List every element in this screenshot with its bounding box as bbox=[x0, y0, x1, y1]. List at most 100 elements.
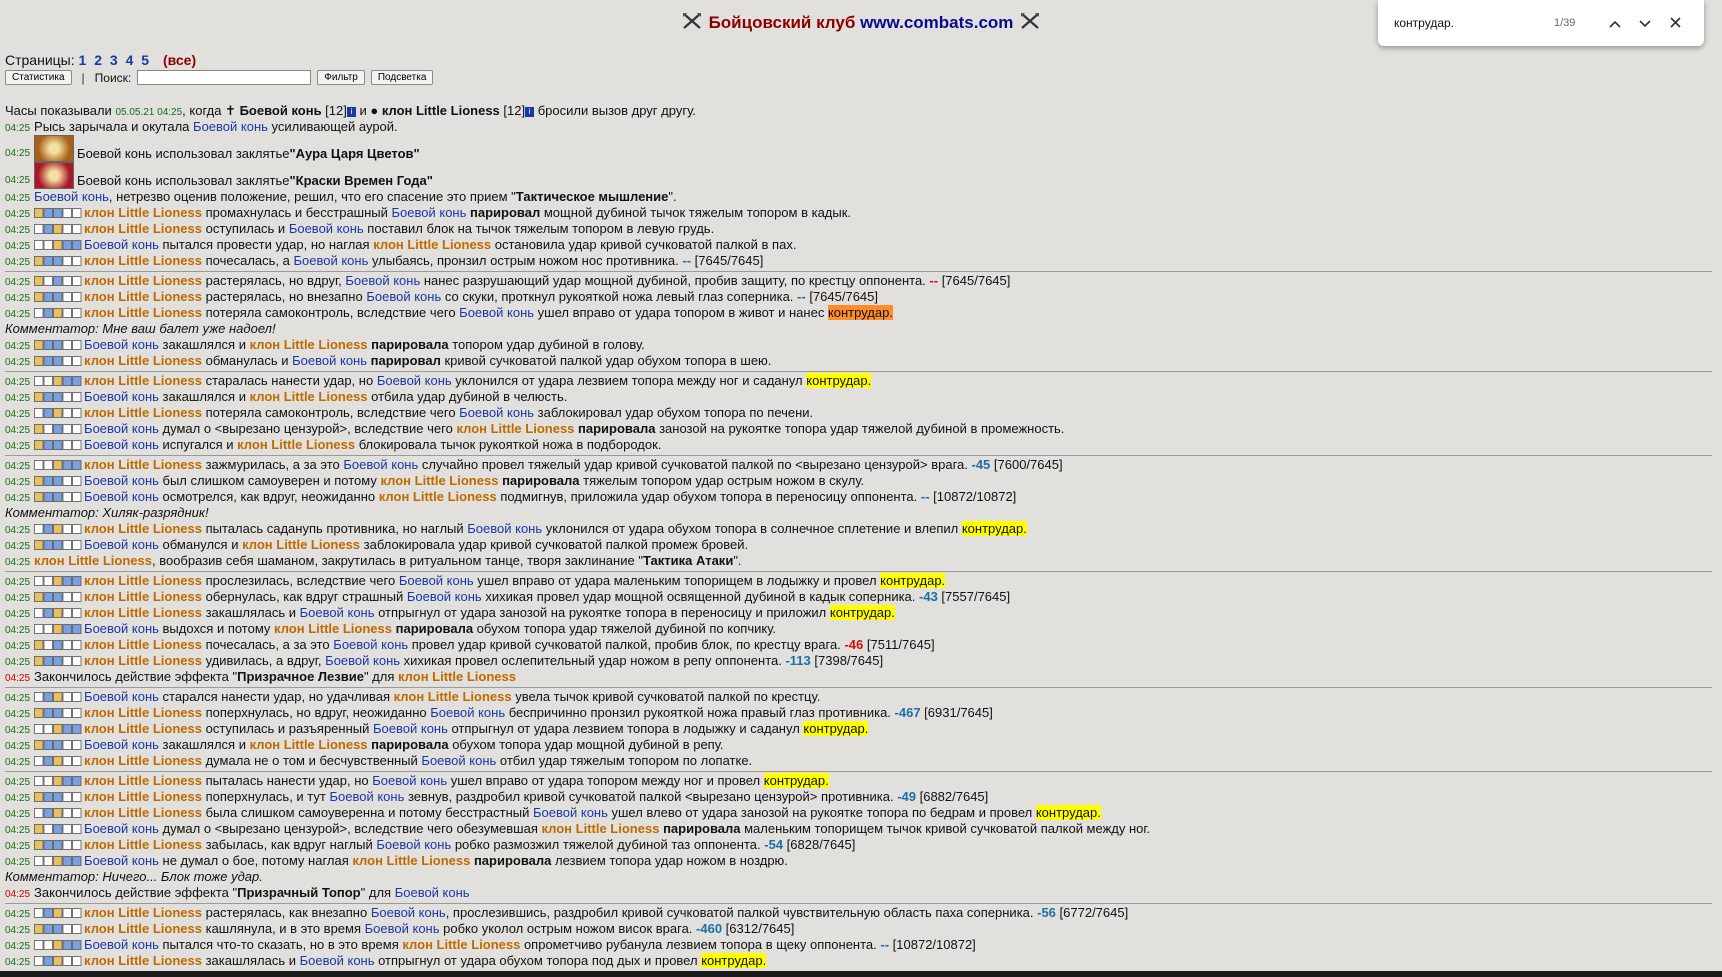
player-name-klon-little-lioness[interactable]: клон Little Lioness bbox=[84, 405, 202, 420]
player-name-klon-little-lioness[interactable]: клон Little Lioness bbox=[242, 537, 360, 552]
player-name-boevoy-kon[interactable]: Боевой конь bbox=[371, 905, 446, 920]
player-name-klon-little-lioness[interactable]: клон Little Lioness bbox=[84, 605, 202, 620]
player-name-boevoy-kon[interactable]: Боевой конь bbox=[467, 521, 542, 536]
player-name-klon-little-lioness[interactable]: клон Little Lioness bbox=[237, 437, 355, 452]
player-name-boevoy-kon[interactable]: Боевой конь bbox=[84, 237, 159, 252]
player-name-klon-little-lioness[interactable]: клон Little Lioness bbox=[352, 853, 470, 868]
header-site-link[interactable]: www.combats.com bbox=[860, 13, 1013, 32]
player-name-klon-little-lioness[interactable]: клон Little Lioness bbox=[84, 773, 202, 788]
player-name-klon-little-lioness[interactable]: клон Little Lioness bbox=[84, 653, 202, 668]
player-name-klon-little-lioness[interactable]: клон Little Lioness bbox=[379, 489, 497, 504]
player-name-boevoy-kon[interactable]: Боевой конь bbox=[343, 457, 418, 472]
player-name-boevoy-kon[interactable]: Боевой конь bbox=[300, 605, 375, 620]
player-name-klon-little-lioness[interactable]: клон Little Lioness bbox=[84, 289, 202, 304]
player-name-klon-little-lioness[interactable]: клон Little Lioness bbox=[84, 637, 202, 652]
player-name-boevoy-kon[interactable]: Боевой конь bbox=[399, 573, 474, 588]
highlight-button[interactable]: Подсветка bbox=[370, 70, 434, 85]
player-name-boevoy-kon[interactable]: Боевой конь bbox=[325, 653, 400, 668]
player-name-boevoy-kon[interactable]: Боевой конь bbox=[407, 589, 482, 604]
player-name-boevoy-kon[interactable]: Боевой конь bbox=[373, 721, 448, 736]
player-name-boevoy-kon[interactable]: Боевой конь bbox=[84, 537, 159, 552]
player-name-boevoy-kon[interactable]: Боевой конь bbox=[366, 289, 441, 304]
page-link-1[interactable]: 1 bbox=[79, 52, 87, 68]
player-name-klon-little-lioness[interactable]: клон Little Lioness bbox=[394, 689, 512, 704]
player-name-klon-little-lioness[interactable]: клон Little Lioness bbox=[84, 573, 202, 588]
find-close-button[interactable] bbox=[1660, 16, 1690, 31]
player-name-klon-little-lioness[interactable]: клон Little Lioness bbox=[84, 789, 202, 804]
player-name-boevoy-kon[interactable]: Боевой конь bbox=[333, 637, 408, 652]
player-name-klon-little-lioness[interactable]: клон Little Lioness bbox=[84, 805, 202, 820]
page-link-2[interactable]: 2 bbox=[94, 52, 102, 68]
player-name-klon-little-lioness[interactable]: клон Little Lioness bbox=[398, 669, 516, 684]
player-name-boevoy-kon[interactable]: Боевой конь bbox=[84, 389, 159, 404]
player-name-boevoy-kon[interactable]: Боевой конь bbox=[459, 305, 534, 320]
info-icon[interactable]: i bbox=[346, 107, 356, 117]
player-name-klon-little-lioness[interactable]: клон Little Lioness bbox=[373, 237, 491, 252]
player-name-boevoy-kon[interactable]: Боевой конь bbox=[84, 337, 159, 352]
find-next-button[interactable] bbox=[1630, 16, 1660, 31]
player-name-boevoy-kon[interactable]: Боевой конь bbox=[84, 437, 159, 452]
player-name-klon-little-lioness[interactable]: клон Little Lioness bbox=[84, 373, 202, 388]
filter-button[interactable]: Фильтр bbox=[317, 70, 365, 85]
player-name-boevoy-kon[interactable]: Боевой конь bbox=[329, 789, 404, 804]
page-link-3[interactable]: 3 bbox=[110, 52, 118, 68]
player-name-boevoy-kon[interactable]: Боевой конь bbox=[395, 885, 470, 900]
player-name-klon-little-lioness[interactable]: клон Little Lioness bbox=[84, 721, 202, 736]
stats-button[interactable]: Статистика bbox=[5, 70, 72, 85]
find-prev-button[interactable] bbox=[1600, 16, 1630, 31]
page-link-all[interactable]: (все) bbox=[163, 52, 196, 68]
player-name-boevoy-kon[interactable]: Боевой конь bbox=[289, 221, 364, 236]
player-name-boevoy-kon[interactable]: Боевой конь bbox=[293, 253, 368, 268]
player-name-boevoy-kon[interactable]: Боевой конь bbox=[84, 853, 159, 868]
player-name-boevoy-kon[interactable]: Боевой конь bbox=[372, 773, 447, 788]
player-name-boevoy-kon[interactable]: Боевой конь bbox=[193, 119, 268, 134]
player-name-klon-little-lioness[interactable]: клон Little Lioness bbox=[456, 421, 574, 436]
player-name-boevoy-kon[interactable]: Боевой конь bbox=[84, 489, 159, 504]
player-name-klon-little-lioness[interactable]: клон Little Lioness bbox=[402, 937, 520, 952]
player-name-boevoy-kon[interactable]: Боевой конь bbox=[430, 705, 505, 720]
player-name-klon-little-lioness[interactable]: клон Little Lioness bbox=[84, 457, 202, 472]
player-name-boevoy-kon[interactable]: Боевой конь bbox=[533, 805, 608, 820]
info-icon[interactable]: i bbox=[525, 107, 535, 117]
player-name-klon-little-lioness[interactable]: клон Little Lioness bbox=[541, 821, 659, 836]
player-name-klon-little-lioness[interactable]: клон Little Lioness bbox=[84, 753, 202, 768]
player-name-boevoy-kon[interactable]: Боевой конь bbox=[392, 205, 467, 220]
player-name-boevoy-kon[interactable]: Боевой конь bbox=[84, 689, 159, 704]
player-name-boevoy-kon[interactable]: Боевой конь bbox=[84, 621, 159, 636]
player-name-klon-little-lioness[interactable]: клон Little Lioness bbox=[84, 705, 202, 720]
player-name-klon-little-lioness[interactable]: клон Little Lioness bbox=[84, 953, 202, 968]
player-name-klon-little-lioness[interactable]: клон Little Lioness bbox=[84, 353, 202, 368]
search-input[interactable] bbox=[137, 70, 312, 85]
player-name-boevoy-kon[interactable]: Боевой конь bbox=[84, 737, 159, 752]
player-name-klon-little-lioness[interactable]: клон Little Lioness bbox=[84, 273, 202, 288]
player-name-klon-little-lioness[interactable]: клон Little Lioness bbox=[274, 621, 392, 636]
player-name-klon-little-lioness[interactable]: клон Little Lioness bbox=[380, 473, 498, 488]
player-name-boevoy-kon[interactable]: Боевой конь bbox=[459, 405, 534, 420]
player-name-boevoy-kon[interactable]: Боевой конь bbox=[377, 373, 452, 388]
player-name-boevoy-kon[interactable]: Боевой конь bbox=[365, 921, 440, 936]
player-name-klon-little-lioness[interactable]: клон Little Lioness bbox=[84, 305, 202, 320]
player-name-boevoy-kon[interactable]: Боевой конь bbox=[421, 753, 496, 768]
player-name-klon-little-lioness[interactable]: клон Little Lioness bbox=[34, 553, 152, 568]
player-name-klon-little-lioness[interactable]: клон Little Lioness bbox=[250, 737, 368, 752]
player-name-klon-little-lioness[interactable]: клон Little Lioness bbox=[84, 589, 202, 604]
player-name-boevoy-kon[interactable]: Боевой конь bbox=[34, 189, 109, 204]
player-name-boevoy-kon[interactable]: Боевой конь bbox=[84, 421, 159, 436]
page-link-4[interactable]: 4 bbox=[126, 52, 134, 68]
player-name-boevoy-kon[interactable]: Боевой конь bbox=[300, 953, 375, 968]
player-name-boevoy-kon[interactable]: Боевой конь bbox=[376, 837, 451, 852]
player-name-klon-little-lioness[interactable]: клон Little Lioness bbox=[250, 389, 368, 404]
player-name-boevoy-kon[interactable]: Боевой конь bbox=[84, 937, 159, 952]
player-name-klon-little-lioness[interactable]: клон Little Lioness bbox=[84, 837, 202, 852]
player-name-klon-little-lioness[interactable]: клон Little Lioness bbox=[84, 905, 202, 920]
page-link-5[interactable]: 5 bbox=[141, 52, 149, 68]
find-input[interactable]: контрудар. bbox=[1394, 16, 1554, 30]
player-name-klon-little-lioness[interactable]: клон Little Lioness bbox=[84, 221, 202, 236]
player-name-boevoy-kon[interactable]: Боевой конь bbox=[84, 473, 159, 488]
player-name-klon-little-lioness[interactable]: клон Little Lioness bbox=[250, 337, 368, 352]
player-name-klon-little-lioness[interactable]: клон Little Lioness bbox=[84, 253, 202, 268]
player-name-klon-little-lioness[interactable]: клон Little Lioness bbox=[84, 921, 202, 936]
player-name-boevoy-kon[interactable]: Боевой конь bbox=[345, 273, 420, 288]
player-name-boevoy-kon[interactable]: Боевой конь bbox=[292, 353, 367, 368]
player-name-klon-little-lioness[interactable]: клон Little Lioness bbox=[84, 205, 202, 220]
